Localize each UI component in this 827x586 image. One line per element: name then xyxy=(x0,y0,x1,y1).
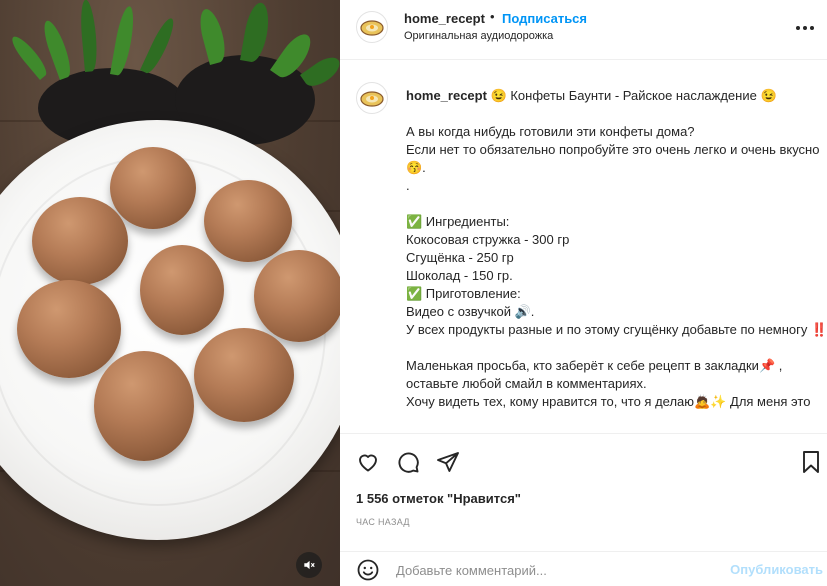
post-media-video[interactable] xyxy=(0,0,340,586)
post-username[interactable]: home_recept xyxy=(404,11,485,26)
audio-label[interactable]: Оригинальная аудиодорожка xyxy=(404,30,553,42)
share-button[interactable] xyxy=(436,450,460,479)
more-dot xyxy=(803,26,807,30)
follow-button[interactable]: Подписаться xyxy=(502,11,587,26)
caption-text: home_recept 😉 Конфеты Баунти - Райское н… xyxy=(406,87,827,411)
mute-button[interactable] xyxy=(296,552,322,578)
comment-composer: Опубликовать xyxy=(340,551,827,586)
more-dots-icon xyxy=(796,26,800,30)
like-button[interactable] xyxy=(356,450,380,479)
post-header: home_recept • Подписаться Оригинальная а… xyxy=(340,0,827,60)
sound-off-icon xyxy=(304,560,315,570)
emoji-button[interactable] xyxy=(356,558,380,586)
food-logo-icon xyxy=(360,91,384,107)
likes-count[interactable]: 1 556 отметок "Нравится" xyxy=(356,491,521,506)
avatar[interactable] xyxy=(356,11,388,43)
caption-area: home_recept 😉 Конфеты Баунти - Райское н… xyxy=(340,61,827,433)
caption-body: 😉 Конфеты Баунти - Райское наслаждение 😉… xyxy=(406,88,827,409)
comment-button[interactable] xyxy=(396,450,420,479)
comment-bubble-icon xyxy=(398,452,419,473)
post-comment-button[interactable]: Опубликовать xyxy=(730,562,823,577)
actions-section: 1 556 отметок "Нравится" ЧАС НАЗАД Опубл… xyxy=(340,433,827,586)
caption-avatar[interactable] xyxy=(356,82,388,114)
separator-dot: • xyxy=(490,9,495,24)
heart-icon xyxy=(359,454,377,472)
post-details-panel: home_recept • Подписаться Оригинальная а… xyxy=(340,0,827,586)
food-logo-icon xyxy=(360,20,384,36)
more-options-button[interactable] xyxy=(793,20,817,36)
comment-input[interactable] xyxy=(396,560,716,580)
bookmark-icon xyxy=(803,451,819,473)
save-button[interactable] xyxy=(800,450,822,479)
caption-username[interactable]: home_recept xyxy=(406,88,487,103)
smiley-icon xyxy=(357,559,379,581)
paper-plane-icon xyxy=(437,452,459,472)
more-dot xyxy=(810,26,814,30)
post-timestamp[interactable]: ЧАС НАЗАД xyxy=(356,517,410,527)
